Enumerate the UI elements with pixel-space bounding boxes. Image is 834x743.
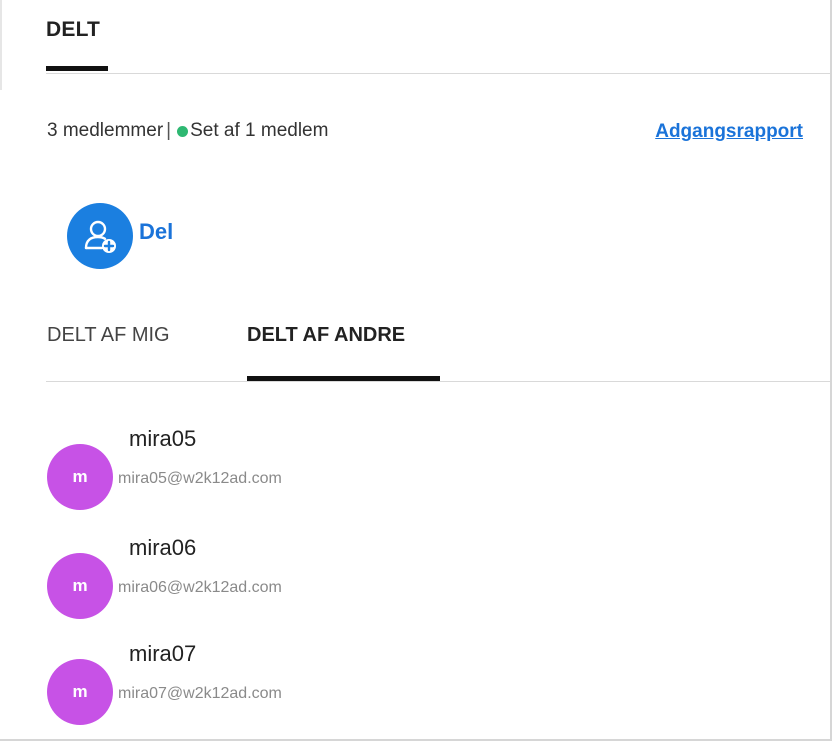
share-panel: DELT 3 medlemmer | Set af 1 medlem Adgan… <box>0 0 832 741</box>
tab-shared-by-me[interactable]: DELT AF MIG <box>47 324 170 347</box>
list-item[interactable]: m mira05 mira05@w2k12ad.com <box>47 426 747 510</box>
seen-by-text: Set af 1 medlem <box>190 120 329 141</box>
member-email: mira07@w2k12ad.com <box>118 685 282 702</box>
member-name: mira05 <box>129 426 197 451</box>
share-button-label[interactable]: Del <box>139 219 173 245</box>
tab-delt[interactable]: DELT <box>46 18 100 42</box>
avatar: m <box>47 444 113 510</box>
list-item[interactable]: m mira07 mira07@w2k12ad.com <box>47 641 747 725</box>
avatar: m <box>47 553 113 619</box>
member-name: mira07 <box>129 641 197 666</box>
member-count-text: 3 medlemmer <box>47 120 164 141</box>
member-name: mira06 <box>129 535 197 560</box>
add-user-icon[interactable] <box>67 203 133 269</box>
tab-delt-active-indicator <box>46 66 108 71</box>
share-button[interactable]: Del <box>67 203 173 269</box>
access-report-link[interactable]: Adgangsrapport <box>655 121 803 143</box>
header-divider <box>46 73 830 74</box>
tab-shared-by-others[interactable]: DELT AF ANDRE <box>247 324 405 347</box>
panel-left-edge <box>0 0 2 90</box>
avatar: m <box>47 659 113 725</box>
member-email: mira05@w2k12ad.com <box>118 470 282 487</box>
share-summary: 3 medlemmer | Set af 1 medlem <box>47 120 328 142</box>
subtab-divider <box>46 381 830 382</box>
list-item[interactable]: m mira06 mira06@w2k12ad.com <box>47 535 747 619</box>
seen-status-dot-icon <box>177 125 189 137</box>
summary-separator: | <box>166 120 172 141</box>
member-email: mira06@w2k12ad.com <box>118 579 282 596</box>
